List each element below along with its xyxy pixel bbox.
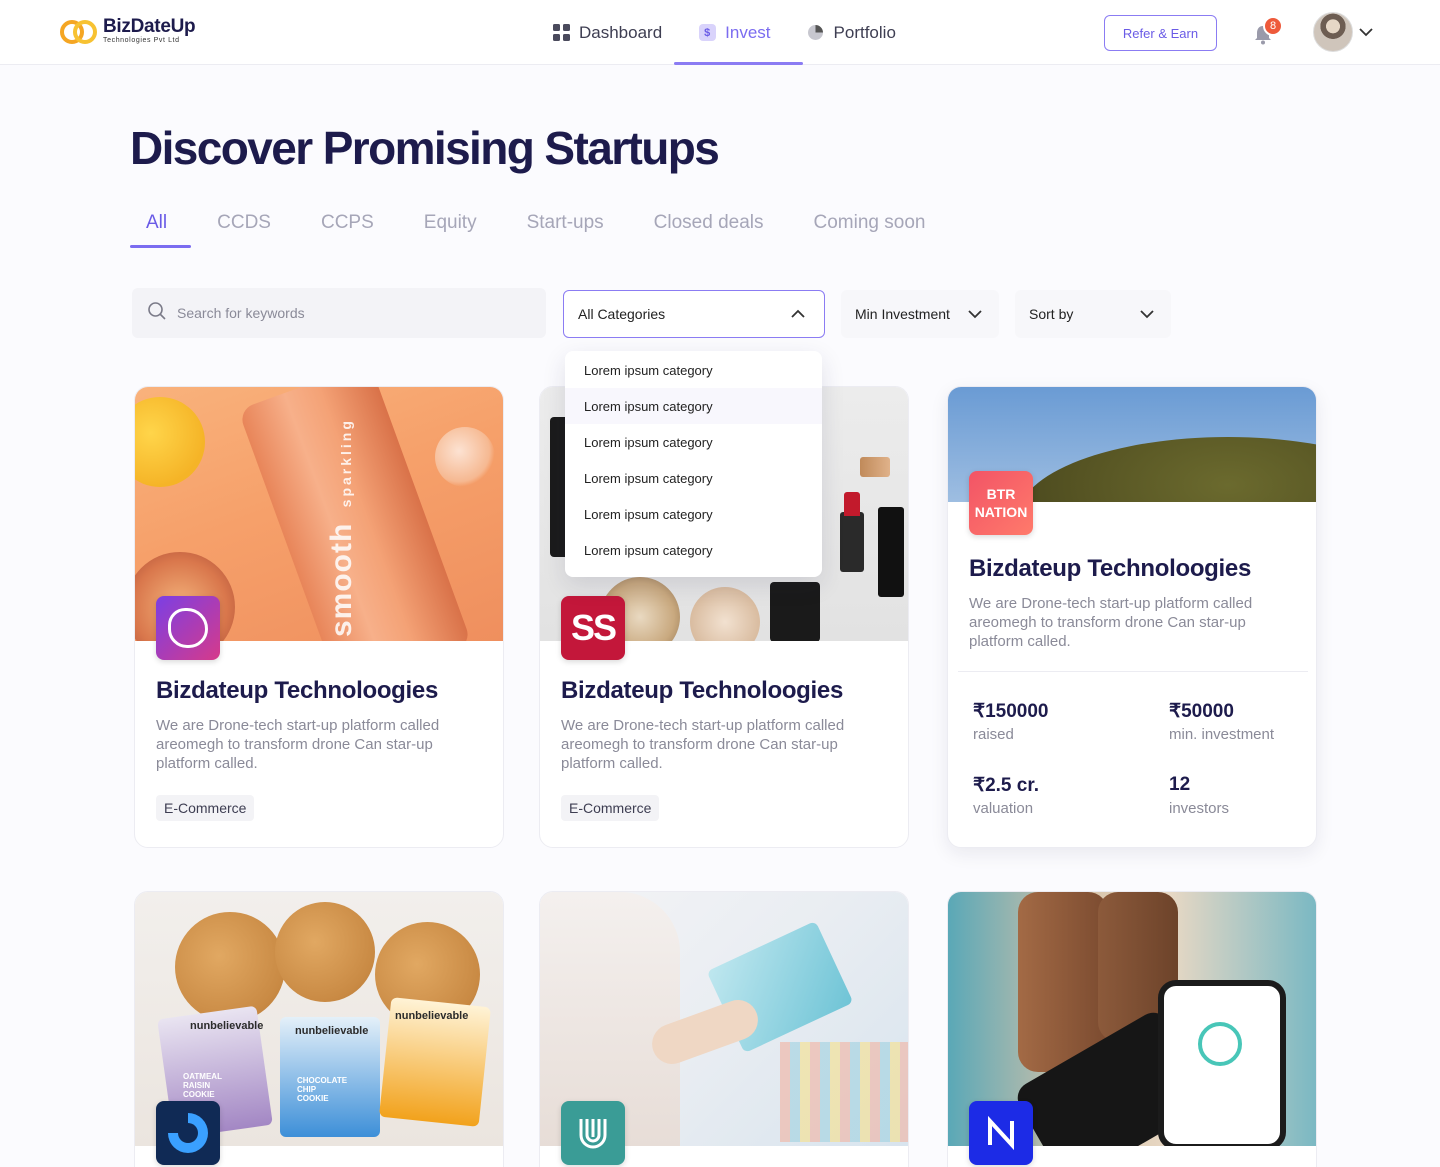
nav-invest-label: Invest: [725, 22, 771, 42]
tab-ccps[interactable]: CCPS: [321, 212, 374, 248]
stat-investors-label: investors: [1169, 800, 1230, 817]
main-nav: Dashboard $ Invest Portfolio: [552, 0, 896, 65]
startup-logo-text: SS: [570, 607, 617, 648]
sort-by-label: Sort by: [1029, 306, 1074, 322]
brand-subtitle: Technologies Pvt Ltd: [103, 37, 180, 44]
product-label: nunbelievable: [190, 1020, 264, 1032]
category-option[interactable]: Lorem ipsum category: [565, 352, 822, 388]
startup-card[interactable]: nunbelievable nunbelievable nunbelievabl…: [134, 891, 504, 1167]
startup-card[interactable]: BTR NATION Bizdateup Technoloogies We ar…: [947, 386, 1317, 848]
category-option[interactable]: Lorem ipsum category: [565, 388, 822, 424]
product-label: smooth: [325, 522, 358, 637]
nav-invest[interactable]: $ Invest: [674, 0, 804, 65]
search-input[interactable]: [177, 305, 517, 321]
chevron-down-icon: [967, 307, 983, 324]
top-header: BizDateUp Technologies Pvt Ltd Dashboard…: [0, 0, 1440, 65]
chevron-down-icon[interactable]: [1358, 24, 1374, 40]
sort-by-select[interactable]: Sort by: [1015, 290, 1171, 338]
refer-earn-button[interactable]: Refer & Earn: [1104, 15, 1217, 51]
search-icon: [147, 301, 167, 326]
grid-icon: [552, 24, 570, 42]
category-dropdown-menu: Lorem ipsum category Lorem ipsum categor…: [565, 351, 822, 577]
pie-chart-icon: [807, 24, 825, 42]
divider: [958, 671, 1308, 672]
stat-investors-value: 12: [1169, 774, 1191, 795]
startup-card[interactable]: [539, 891, 909, 1167]
startup-name: Bizdateup Technoloogies: [156, 677, 439, 704]
category-select[interactable]: All Categories: [563, 290, 825, 338]
nav-portfolio[interactable]: Portfolio: [807, 0, 896, 65]
category-option[interactable]: Lorem ipsum category: [565, 424, 822, 460]
category-select-value: All Categories: [578, 306, 666, 322]
category-option[interactable]: Lorem ipsum category: [565, 496, 822, 532]
category-tag: E-Commerce: [561, 795, 660, 821]
product-label: nunbelievable: [295, 1025, 369, 1037]
tab-coming-soon[interactable]: Coming soon: [814, 212, 926, 248]
tab-ccds[interactable]: CCDS: [217, 212, 271, 248]
donut-logo-icon: [168, 1113, 208, 1153]
category-tag: E-Commerce: [156, 795, 255, 821]
min-investment-label: Min Investment: [855, 306, 950, 322]
stat-valuation-label: valuation: [973, 800, 1034, 817]
startup-name: Bizdateup Technoloogies: [969, 555, 1252, 582]
nav-portfolio-label: Portfolio: [833, 22, 896, 42]
stat-min-investment-label: min. investment: [1169, 726, 1275, 743]
tab-closed-deals[interactable]: Closed deals: [654, 212, 764, 248]
startup-logo: SS: [561, 596, 625, 660]
ring-logo-icon: [168, 608, 208, 648]
product-sub-label: sparkling: [338, 418, 354, 508]
startup-description: We are Drone-tech start-up platform call…: [156, 717, 440, 772]
search-box: [132, 288, 546, 338]
stat-raised-value: ₹150000: [973, 701, 1049, 722]
u-logo-icon: [579, 1119, 607, 1149]
stat-min-investment-value: ₹50000: [1169, 701, 1234, 722]
tab-equity[interactable]: Equity: [424, 212, 477, 248]
min-investment-select[interactable]: Min Investment: [841, 290, 999, 338]
category-option[interactable]: Lorem ipsum category: [565, 460, 822, 496]
pack-label: OATMEAL RAISIN COOKIE: [183, 1072, 222, 1099]
notification-badge: 8: [1263, 16, 1283, 36]
n-logo-icon: [988, 1115, 1014, 1151]
stat-raised-label: raised: [973, 726, 1014, 743]
chevron-up-icon: [790, 307, 806, 324]
category-option[interactable]: Lorem ipsum category: [565, 532, 822, 568]
startup-card[interactable]: smooth sparkling Bizdateup Technoloogies…: [134, 386, 504, 848]
brand-name: BizDateUp: [103, 16, 196, 37]
user-avatar[interactable]: [1313, 12, 1353, 52]
brand-logo[interactable]: BizDateUp Technologies Pvt Ltd: [60, 16, 196, 46]
pack-label: CHOCOLATE CHIP COOKIE: [297, 1076, 348, 1103]
deal-type-tabs: All CCDS CCPS Equity Start-ups Closed de…: [130, 212, 975, 248]
startup-logo: [156, 1101, 220, 1165]
nav-dashboard[interactable]: Dashboard: [552, 0, 662, 65]
startup-description: We are Drone-tech start-up platform call…: [969, 595, 1253, 650]
startup-description: We are Drone-tech start-up platform call…: [561, 717, 845, 772]
startup-name: Bizdateup Technoloogies: [561, 677, 844, 704]
startup-logo: [969, 1101, 1033, 1165]
startup-logo: [561, 1101, 625, 1165]
startup-card[interactable]: [947, 891, 1317, 1167]
product-label: nunbelievable: [395, 1010, 469, 1022]
startup-logo: BTR NATION: [969, 471, 1033, 535]
tab-all[interactable]: All: [130, 212, 192, 248]
logo-rings-icon: [60, 16, 100, 46]
stat-valuation-value: ₹2.5 cr.: [973, 775, 1039, 796]
tab-start-ups[interactable]: Start-ups: [527, 212, 604, 248]
startup-logo-text: BTR NATION: [974, 486, 1028, 520]
dollar-icon: $: [698, 24, 716, 42]
chevron-down-icon: [1139, 307, 1155, 324]
nav-dashboard-label: Dashboard: [579, 22, 663, 42]
startup-logo: [156, 596, 220, 660]
page-title: Discover Promising Startups: [130, 122, 720, 174]
